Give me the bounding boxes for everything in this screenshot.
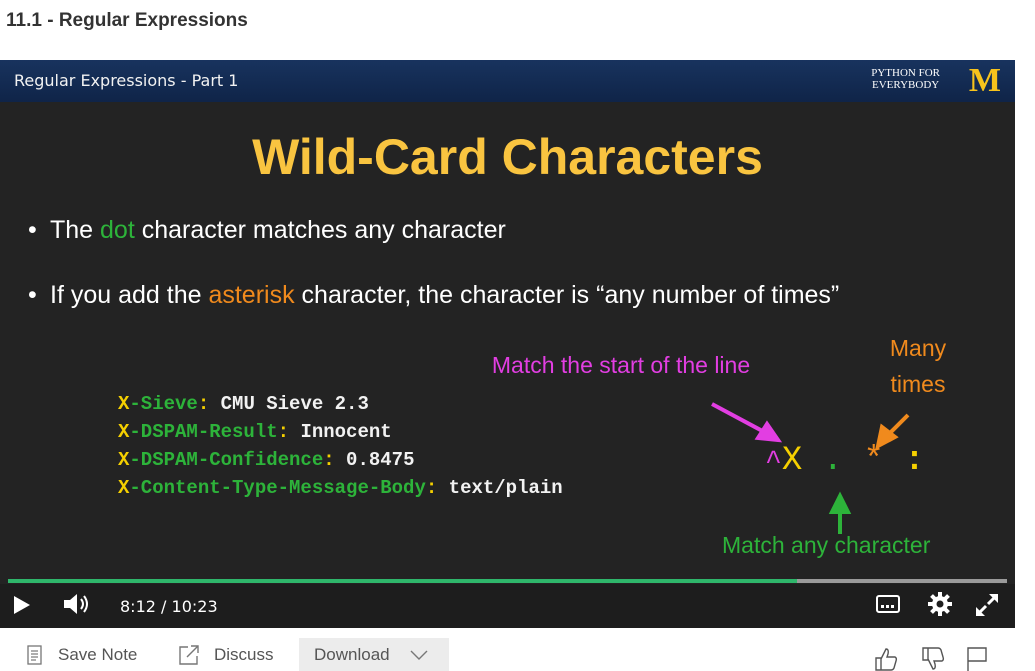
bullet-1-post: character matches any character bbox=[134, 216, 506, 244]
code-x: X bbox=[118, 421, 130, 443]
external-link-icon bbox=[178, 644, 200, 666]
code-line: X-DSPAM-Result: Innocent bbox=[118, 418, 563, 446]
regex-caret: ^ bbox=[765, 447, 782, 478]
download-button[interactable]: Download bbox=[299, 638, 449, 671]
regex-dot: . bbox=[822, 442, 844, 480]
play-icon[interactable] bbox=[14, 596, 30, 614]
chevron-down-icon bbox=[410, 650, 428, 660]
bullet-marker: • bbox=[28, 216, 37, 244]
regex-pattern: ^X . * : bbox=[765, 442, 925, 480]
code-value: Innocent bbox=[289, 421, 392, 443]
code-value: CMU Sieve 2.3 bbox=[209, 393, 369, 415]
annotation-many-times: Many times bbox=[889, 335, 947, 397]
lecture-toolbar: Save Note Discuss Download bbox=[0, 638, 1035, 671]
regex-colon: : bbox=[904, 442, 925, 480]
bullet-1-highlight: dot bbox=[100, 216, 135, 244]
bullet-marker: • bbox=[28, 281, 37, 309]
slide-header-title: Regular Expressions - Part 1 bbox=[14, 71, 239, 90]
bullet-dot: • The dot character matches any character bbox=[28, 216, 506, 245]
save-note-button[interactable]: Save Note bbox=[26, 638, 137, 671]
code-colon: : bbox=[277, 421, 290, 443]
regex-x: X bbox=[781, 442, 803, 480]
email-header-code: X-Sieve: CMU Sieve 2.3 X-DSPAM-Result: I… bbox=[118, 390, 563, 502]
python-for-everybody-logo: PYTHON FOR EVERYBODY bbox=[871, 67, 940, 91]
player-controls: 8:12 / 10:23 bbox=[0, 584, 1015, 628]
bullet-asterisk: • If you add the asterisk character, the … bbox=[28, 281, 839, 310]
code-colon: : bbox=[425, 477, 438, 499]
code-line: X-Content-Type-Message-Body: text/plain bbox=[118, 474, 563, 502]
page-title: 11.1 - Regular Expressions bbox=[6, 10, 248, 31]
code-colon: : bbox=[323, 449, 335, 471]
video-player[interactable]: Regular Expressions - Part 1 PYTHON FOR … bbox=[0, 60, 1015, 628]
code-key: -DSPAM-Confidence bbox=[129, 449, 324, 471]
bullet-1-pre: The bbox=[50, 216, 101, 244]
time-display: 8:12 / 10:23 bbox=[120, 597, 218, 616]
slide-title: Wild-Card Characters bbox=[252, 129, 763, 185]
save-note-label: Save Note bbox=[58, 644, 138, 664]
code-line: X-Sieve: CMU Sieve 2.3 bbox=[118, 390, 563, 418]
thumbs-up-icon[interactable] bbox=[873, 646, 899, 671]
captions-icon[interactable] bbox=[875, 593, 901, 620]
code-colon: : bbox=[197, 393, 210, 415]
code-x: X bbox=[118, 393, 130, 415]
volume-icon[interactable] bbox=[62, 592, 92, 621]
code-line: X-DSPAM-Confidence: 0.8475 bbox=[118, 446, 563, 474]
current-time: 8:12 bbox=[120, 597, 156, 616]
logo-line-1: PYTHON FOR bbox=[871, 67, 940, 79]
download-label: Download bbox=[314, 644, 390, 664]
fullscreen-icon[interactable] bbox=[974, 592, 1000, 623]
annotation-start-of-line: Match the start of the line bbox=[491, 352, 751, 378]
gear-icon[interactable] bbox=[927, 591, 953, 622]
flag-icon[interactable] bbox=[965, 646, 989, 671]
discuss-button[interactable]: Discuss bbox=[178, 638, 274, 671]
progress-fill bbox=[8, 579, 798, 583]
code-key: -DSPAM-Result bbox=[129, 421, 278, 443]
code-value: 0.8475 bbox=[334, 449, 415, 471]
bullet-2-pre: If you add the bbox=[50, 281, 209, 309]
bullet-2-highlight: asterisk bbox=[208, 281, 295, 309]
time-separator: / bbox=[161, 597, 167, 616]
thumbs-down-icon[interactable] bbox=[920, 646, 946, 671]
regex-star: * bbox=[863, 442, 884, 480]
code-value: text/plain bbox=[437, 477, 563, 499]
slide-header: Regular Expressions - Part 1 PYTHON FOR … bbox=[0, 60, 1015, 102]
discuss-label: Discuss bbox=[214, 644, 274, 664]
duration: 10:23 bbox=[171, 597, 218, 616]
note-icon bbox=[26, 644, 44, 665]
magenta-arrow bbox=[711, 402, 783, 443]
logo-line-2: EVERYBODY bbox=[872, 79, 940, 91]
code-key: -Sieve bbox=[129, 393, 198, 415]
bullet-2-post: character, the character is “any number … bbox=[294, 281, 840, 309]
code-key: -Content-Type-Message-Body bbox=[129, 477, 426, 499]
code-x: X bbox=[118, 477, 130, 499]
michigan-logo: M bbox=[968, 62, 1001, 99]
progress-bar[interactable] bbox=[8, 579, 1007, 583]
annotation-any-character: Match any character bbox=[722, 532, 931, 558]
code-x: X bbox=[118, 449, 130, 471]
green-arrow bbox=[828, 491, 852, 534]
